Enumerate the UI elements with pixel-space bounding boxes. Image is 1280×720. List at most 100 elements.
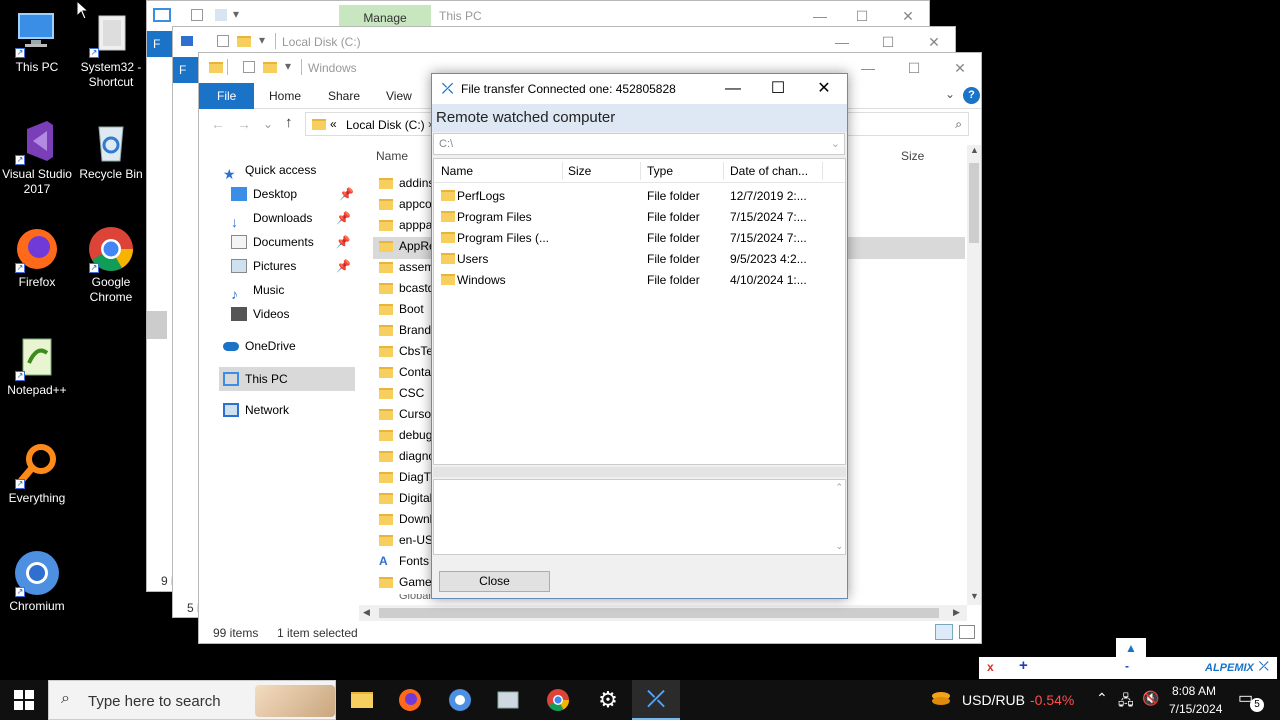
nav-documents[interactable]: Documents 📌 [231, 231, 351, 253]
column-divider[interactable] [562, 162, 563, 180]
desktop-icon-chromium[interactable]: ↗ Chromium [0, 549, 74, 614]
nav-onedrive[interactable]: OneDrive [223, 335, 296, 357]
close-x-button[interactable]: ✕ [801, 74, 847, 104]
table-row[interactable]: Program Files (... File folder 7/15/2024… [434, 227, 845, 248]
network-icon[interactable]: 🖧 [1118, 690, 1134, 714]
table-row[interactable]: Users File folder 9/5/2023 4:2... [434, 248, 845, 269]
list-item[interactable]: bcastd [379, 278, 434, 299]
action-center-button[interactable]: ▭ 5 [1238, 688, 1264, 712]
widget-add-button[interactable]: + [1019, 657, 1028, 674]
column-header-date[interactable]: Date of chan... [730, 164, 808, 178]
tab-home[interactable]: Home [269, 83, 301, 109]
list-item[interactable]: en-US [379, 530, 433, 551]
desktop-icon-notepadpp[interactable]: ↗ Notepad++ [0, 333, 74, 398]
transfer-log-area[interactable]: ⌃ ⌄ [433, 479, 846, 555]
taskbar-chrome[interactable] [534, 680, 582, 720]
table-row[interactable]: Windows File folder 4/10/2024 1:... [434, 269, 845, 290]
details-view-button[interactable] [935, 624, 953, 640]
desktop-icon-visual-studio[interactable]: ↗ Visual Studio 2017 [0, 117, 74, 197]
minimize-button[interactable]: — [710, 74, 756, 104]
widget-minimize-button[interactable]: - [1125, 659, 1129, 673]
close-button[interactable]: Close [439, 571, 550, 592]
list-item[interactable]: Brandi [379, 320, 434, 341]
taskbar-settings[interactable]: ⚙ [584, 680, 632, 720]
list-item[interactable]: diagno [379, 446, 435, 467]
start-button[interactable] [14, 690, 34, 710]
scroll-up-icon[interactable]: ⌃ [835, 482, 843, 493]
search-box[interactable]: ⌕ [847, 112, 969, 136]
taskbar-file-explorer[interactable] [338, 680, 386, 720]
scroll-up-icon[interactable]: ▲ [970, 145, 979, 155]
address-overflow[interactable]: « [330, 117, 337, 131]
expand-ribbon-icon[interactable]: ⌄ [945, 87, 955, 101]
list-item[interactable]: CbsTer [379, 341, 437, 362]
nav-this-pc[interactable]: This PC [223, 368, 288, 390]
nav-music[interactable]: ♪ Music [231, 279, 284, 302]
path-dropdown[interactable]: C:\ ⌄ [433, 133, 845, 155]
scroll-left-icon[interactable]: ◀ [363, 607, 370, 618]
minimize-button[interactable]: — [845, 53, 891, 83]
taskbar-search-box[interactable]: ⌕ Type here to search [48, 680, 336, 720]
list-item[interactable]: DiagTr [379, 467, 435, 488]
chevron-down-icon[interactable]: ⌄ [831, 137, 840, 150]
nav-downloads[interactable]: ↓ Downloads 📌 [231, 207, 351, 230]
desktop-icon-this-pc[interactable]: ↗ This PC [0, 10, 74, 75]
address-bar[interactable]: « Local Disk (C:) › [305, 112, 437, 136]
list-item[interactable]: Boot [379, 299, 424, 320]
table-row[interactable]: Program Files File folder 7/15/2024 7:..… [434, 206, 845, 227]
nav-quick-access[interactable]: ★ Quick access [223, 159, 316, 182]
vertical-scrollbar[interactable]: ▲ ▼ [967, 145, 981, 605]
chevron-down-icon[interactable]: ▾ [259, 33, 265, 47]
pin-icon[interactable]: 📌 [336, 207, 351, 229]
scroll-right-icon[interactable]: ▶ [953, 607, 960, 618]
column-divider[interactable] [640, 162, 641, 180]
clock-date[interactable]: 7/15/2024 [1169, 702, 1222, 716]
tab-file[interactable]: File [199, 83, 255, 109]
column-header-size[interactable]: Size [901, 149, 924, 163]
column-divider[interactable] [822, 162, 823, 180]
tab-view[interactable]: View [386, 83, 412, 109]
nav-videos[interactable]: Videos [231, 303, 289, 325]
desktop-icon-recycle-bin[interactable]: Recycle Bin [74, 117, 148, 182]
list-item[interactable]: CSC [379, 383, 424, 404]
desktop-icon-chrome[interactable]: ↗ Google Chrome [74, 225, 148, 305]
pin-icon[interactable]: 📌 [336, 255, 351, 277]
forward-arrow-icon[interactable]: → [237, 116, 251, 132]
maximize-button[interactable]: ☐ [755, 74, 801, 104]
chevron-up-icon[interactable]: ⌃ [1096, 690, 1108, 707]
desktop-icon-everything[interactable]: ↗ Everything [0, 441, 74, 506]
column-header-name[interactable]: Name [441, 164, 473, 178]
maximize-button[interactable]: ☐ [891, 53, 937, 83]
volume-muted-icon[interactable]: 🔇 [1142, 690, 1159, 707]
list-item[interactable]: Cursor [379, 404, 435, 425]
tab-file[interactable]: F [173, 57, 201, 83]
tab-share[interactable]: Share [328, 83, 360, 109]
list-item[interactable]: addins [379, 173, 434, 194]
taskbar-alpemix[interactable]: ⤫ [632, 680, 680, 720]
list-item[interactable]: Contai [379, 362, 434, 383]
help-icon[interactable]: ? [963, 87, 980, 104]
list-item[interactable]: debug [379, 425, 432, 446]
desktop-icon-firefox[interactable]: ↗ Firefox [0, 225, 74, 290]
list-item[interactable]: apppat [379, 215, 436, 236]
address-path[interactable]: Local Disk (C:) [346, 118, 425, 132]
chevron-down-icon[interactable]: ▾ [233, 7, 239, 21]
close-button[interactable]: ✕ [937, 53, 983, 83]
coins-icon[interactable] [930, 688, 952, 710]
list-item[interactable]: Downl [379, 509, 432, 530]
widget-expand-button[interactable]: ▲ [1116, 638, 1146, 658]
taskbar-firefox[interactable] [386, 680, 434, 720]
back-arrow-icon[interactable]: ← [211, 116, 225, 132]
splitter[interactable] [433, 467, 846, 477]
scroll-thumb[interactable] [969, 163, 979, 243]
list-item[interactable]: Digital [379, 488, 432, 509]
nav-pictures[interactable]: Pictures 📌 [231, 255, 351, 277]
pin-icon[interactable]: 📌 [339, 183, 354, 205]
recent-dropdown-icon[interactable]: ⌄ [263, 117, 273, 131]
horizontal-scrollbar[interactable]: ◀ ▶ [359, 605, 967, 621]
pin-icon[interactable]: 📌 [336, 231, 351, 253]
properties-icon[interactable] [191, 9, 203, 21]
column-header-type[interactable]: Type [647, 164, 673, 178]
scroll-down-icon[interactable]: ▼ [970, 591, 979, 601]
nav-network[interactable]: Network [223, 399, 289, 421]
